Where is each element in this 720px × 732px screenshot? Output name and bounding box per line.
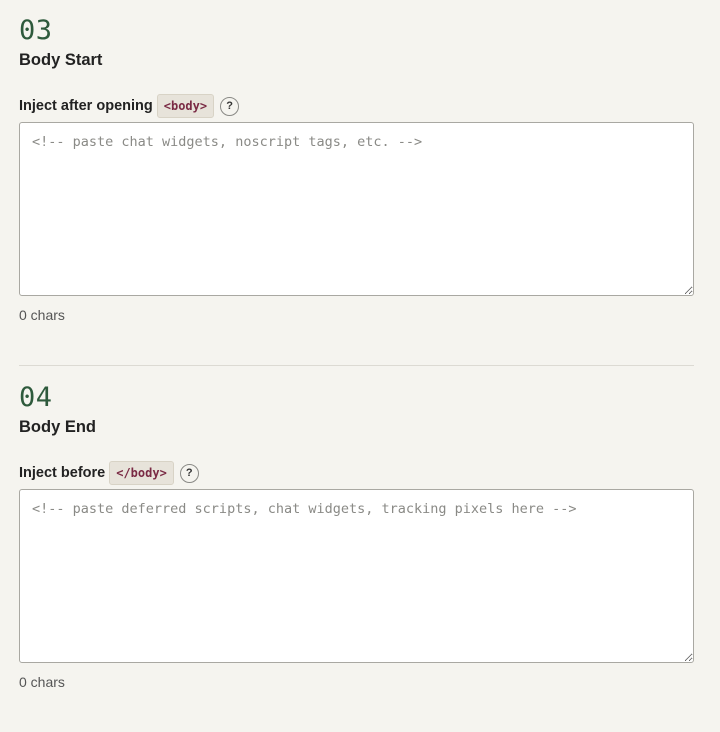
section-number: 04	[19, 382, 53, 413]
section-body-start: 03 Body Start Inject after opening <body…	[19, 16, 694, 324]
field-label: Inject before	[19, 465, 106, 481]
char-count: 0 chars	[19, 674, 65, 690]
section-divider	[19, 365, 694, 366]
section-number: 03	[19, 15, 53, 46]
body-end-code-input[interactable]	[19, 489, 694, 663]
char-count: 0 chars	[19, 307, 65, 323]
body-close-tag-chip: </body>	[109, 461, 174, 485]
body-open-tag-chip: <body>	[156, 94, 215, 118]
body-start-code-input[interactable]	[19, 122, 694, 296]
field-label: Inject after opening	[19, 98, 153, 114]
help-icon[interactable]: ?	[220, 96, 240, 116]
section-title: Body Start	[19, 51, 103, 69]
field-label-row: Inject before </body> ?	[19, 460, 694, 486]
section-title: Body End	[19, 418, 96, 436]
field-label-row: Inject after opening <body> ?	[19, 93, 694, 119]
help-icon[interactable]: ?	[179, 463, 199, 483]
section-body-end: 04 Body End Inject before </body> ? 0 ch…	[19, 383, 694, 691]
